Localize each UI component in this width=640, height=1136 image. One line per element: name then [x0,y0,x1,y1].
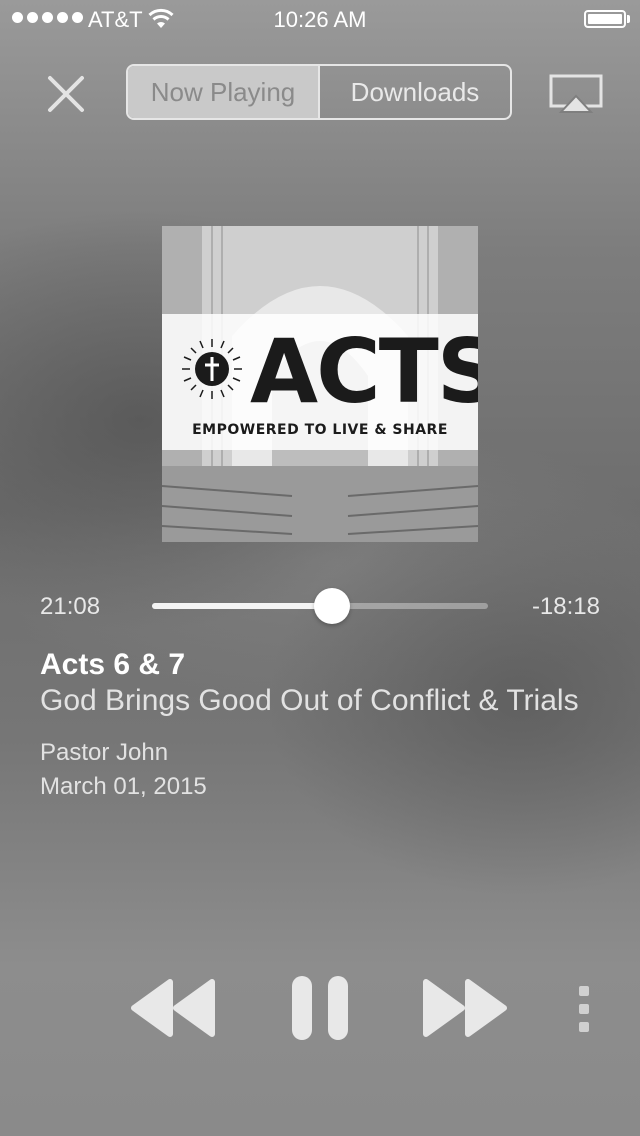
status-time: 10:26 AM [273,7,367,32]
pause-icon[interactable] [290,974,350,1042]
track-subtitle: God Brings Good Out of Conflict & Trials [40,684,579,717]
close-icon[interactable] [42,70,90,118]
battery-icon [584,10,626,28]
tab-downloads[interactable]: Downloads [318,66,510,118]
artwork-subtitle: EMPOWERED TO LIVE & SHARE [192,422,448,438]
more-vertical-icon[interactable] [576,986,592,1032]
track-title: Acts 6 & 7 [40,648,186,681]
elapsed-time: 21:08 [40,593,101,620]
artwork-title: ACTS [250,320,478,423]
cross-seal-icon [182,339,242,399]
remaining-time: -18:18 [531,593,600,620]
progress-fill [152,603,332,609]
fast-forward-icon[interactable] [422,978,508,1038]
track-date: March 01, 2015 [40,773,207,800]
progress-knob[interactable] [313,588,350,624]
rewind-icon[interactable] [130,978,216,1038]
view-segmented-control: Now Playing Downloads [126,64,512,120]
speaker-name: Pastor John [40,739,169,766]
tab-now-playing[interactable]: Now Playing [128,66,318,118]
album-artwork: ACTS EMPOWERED TO LIVE & SHARE [162,226,478,542]
airplay-icon[interactable] [548,74,604,114]
status-bar: AT&T 10:26 AM [0,0,640,40]
